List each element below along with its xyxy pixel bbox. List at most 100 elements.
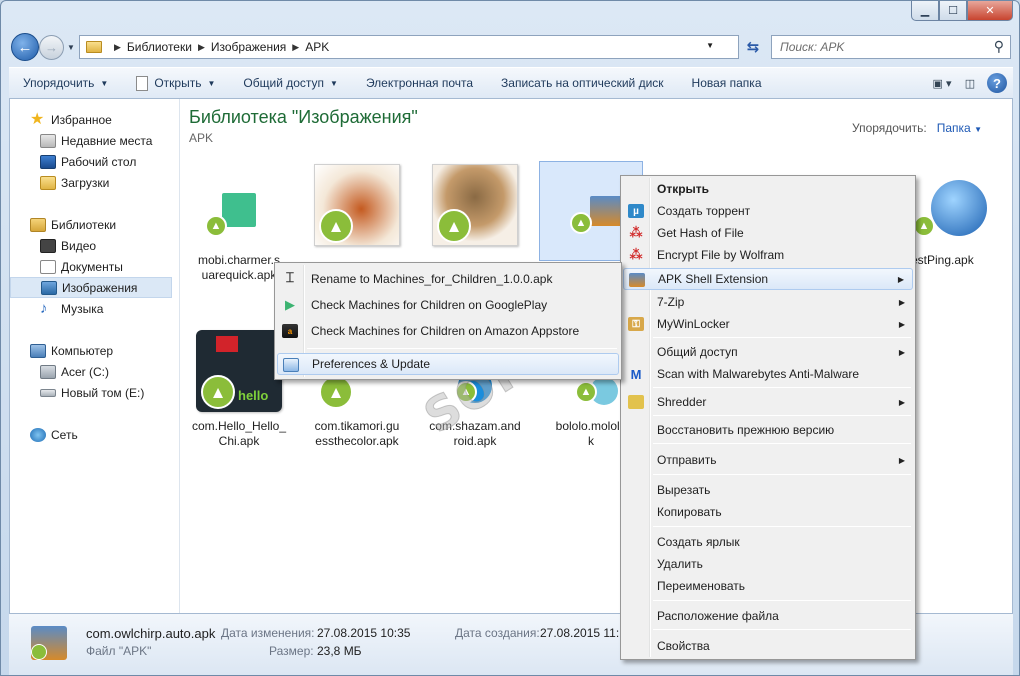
menu-shredder[interactable]: Shredder ▶	[623, 391, 913, 413]
menu-separator	[653, 600, 911, 601]
menu-mywinlocker[interactable]: ⚿ MyWinLocker ▶	[623, 313, 913, 335]
chevron-right-icon[interactable]: ▶	[292, 42, 299, 53]
nav-favorites[interactable]: ★ Избранное	[30, 109, 112, 130]
address-bar[interactable]: ▶ Библиотеки ▶ Изображения ▶ APK ▼	[79, 35, 739, 59]
nav-drive-c[interactable]: Acer (C:)	[40, 361, 109, 382]
menu-properties[interactable]: Свойства	[623, 635, 913, 657]
menu-rename[interactable]: Переименовать	[623, 575, 913, 597]
nav-downloads[interactable]: Загрузки	[40, 172, 109, 193]
breadcrumb-libraries[interactable]: Библиотеки	[127, 40, 192, 54]
email-button[interactable]: Электронная почта	[352, 68, 487, 98]
file-thumbnail: ▲	[313, 163, 401, 247]
file-thumbnail: ▲	[195, 163, 283, 247]
new-folder-label: Новая папка	[691, 76, 762, 90]
menu-encrypt[interactable]: ⁂ Encrypt File by Wolfram	[623, 244, 913, 266]
encrypt-icon: ⁂	[629, 247, 643, 262]
search-icon[interactable]: ⚲	[994, 38, 1004, 55]
android-icon: ▲	[201, 375, 235, 409]
share-button[interactable]: Общий доступ ▼	[229, 68, 352, 98]
menu-file-location[interactable]: Расположение файла	[623, 605, 913, 627]
downloads-folder-icon	[40, 175, 56, 190]
breadcrumb-apk[interactable]: APK	[305, 40, 329, 54]
chevron-down-icon: ▼	[330, 78, 338, 88]
file-item[interactable]: ▲	[305, 163, 409, 253]
menu-label: Check Machines for Children on Amazon Ap…	[311, 324, 580, 338]
images-icon	[41, 280, 57, 295]
menu-label: 7-Zip	[657, 295, 685, 309]
preview-pane-icon[interactable]: ◫	[959, 72, 981, 94]
star-icon: ★	[30, 110, 45, 128]
android-icon: ▲	[205, 215, 227, 237]
nav-recent[interactable]: Недавние места	[40, 130, 152, 151]
view-options-icon[interactable]: ▣ ▾	[931, 72, 953, 94]
nav-label: Видео	[61, 238, 97, 253]
nav-documents[interactable]: Документы	[40, 256, 123, 277]
malwarebytes-icon: M	[630, 366, 642, 382]
nav-libraries[interactable]: Библиотеки	[30, 214, 116, 235]
nav-music[interactable]: ♪ Музыка	[40, 298, 103, 319]
chevron-right-icon[interactable]: ▶	[114, 42, 121, 53]
forward-button[interactable]: →	[39, 35, 64, 60]
menu-hash[interactable]: ⁂ Get Hash of File	[623, 222, 913, 244]
menu-cut[interactable]: Вырезать	[623, 479, 913, 501]
submenu-arrow-icon: ▶	[898, 397, 905, 407]
menu-send-to[interactable]: Отправить ▶	[623, 449, 913, 471]
menu-copy[interactable]: Копировать	[623, 501, 913, 523]
nav-images[interactable]: Изображения	[10, 277, 172, 298]
drive-icon	[40, 388, 56, 397]
menu-label: Encrypt File by Wolfram	[657, 248, 785, 262]
menu-share[interactable]: Общий доступ ▶	[623, 341, 913, 363]
menu-open[interactable]: Открыть	[623, 178, 913, 200]
command-bar: Упорядочить ▼ Открыть ▼ Общий доступ ▼ Элек…	[9, 67, 1013, 99]
nav-network[interactable]: Сеть	[30, 424, 78, 445]
drive-icon	[40, 364, 56, 379]
preferences-icon	[283, 358, 299, 372]
submenu-googleplay[interactable]: ▶ Check Machines for Children on GooglePl…	[277, 294, 619, 316]
maximize-button[interactable]: ☐	[939, 1, 967, 21]
chevron-down-icon: ▼	[100, 78, 109, 88]
menu-torrent[interactable]: µ Создать торрент	[623, 200, 913, 222]
menu-create-shortcut[interactable]: Создать ярлык	[623, 531, 913, 553]
burn-button[interactable]: Записать на оптический диск	[487, 68, 678, 98]
submenu-preferences[interactable]: Preferences & Update	[277, 353, 619, 375]
organize-button[interactable]: Упорядочить ▼	[9, 68, 122, 98]
help-icon[interactable]: ?	[987, 73, 1007, 93]
music-icon: ♪	[40, 299, 48, 317]
menu-delete[interactable]: Удалить	[623, 553, 913, 575]
android-icon: ▲	[455, 381, 477, 403]
nav-video[interactable]: Видео	[40, 235, 96, 256]
minimize-button[interactable]: ▁	[911, 1, 939, 21]
menu-label: APK Shell Extension	[658, 272, 769, 286]
search-input[interactable]: Поиск: APK ⚲	[771, 35, 1011, 59]
file-item[interactable]: ▲	[423, 163, 527, 253]
nav-drive-e[interactable]: Новый том (E:)	[40, 382, 144, 403]
file-label-1: com.shazam.and	[429, 419, 521, 433]
hash-icon: ⁂	[629, 225, 643, 240]
submenu-rename[interactable]: ⌶ Rename to Machines_for_Children_1.0.0.a…	[277, 268, 619, 290]
address-dropdown-icon[interactable]: ▼	[706, 41, 714, 50]
nav-computer[interactable]: Компьютер	[30, 340, 113, 361]
file-label-1: com.tikamori.gu	[314, 419, 400, 433]
submenu-amazon[interactable]: a Check Machines for Children on Amazon A…	[277, 320, 619, 342]
menu-label: Удалить	[657, 557, 703, 571]
apk-shell-submenu: ⌶ Rename to Machines_for_Children_1.0.0.a…	[274, 262, 622, 380]
chevron-right-icon[interactable]: ▶	[198, 42, 205, 53]
menu-label: Shredder	[657, 395, 707, 409]
menu-malwarebytes[interactable]: M Scan with Malwarebytes Anti-Malware	[623, 363, 913, 385]
new-folder-button[interactable]: Новая папка	[678, 68, 776, 98]
open-button[interactable]: Открыть ▼	[122, 68, 229, 98]
refresh-icon[interactable]: ⇆	[741, 35, 765, 59]
breadcrumb-images[interactable]: Изображения	[211, 40, 286, 54]
menu-label: Вырезать	[657, 483, 711, 497]
menu-apk-shell-extension[interactable]: APK Shell Extension ▶	[623, 268, 913, 290]
submenu-arrow-icon: ▶	[898, 455, 905, 465]
nav-desktop[interactable]: Рабочий стол	[40, 151, 136, 172]
arrange-dropdown[interactable]: Папка ▼	[937, 121, 982, 135]
back-button[interactable]: ←	[11, 33, 39, 61]
menu-restore[interactable]: Восстановить прежнюю версию	[623, 419, 913, 441]
history-dropdown-icon[interactable]: ▼	[67, 43, 75, 52]
menu-7zip[interactable]: 7-Zip ▶	[623, 291, 913, 313]
folder-icon	[86, 41, 102, 53]
close-button[interactable]: ✕	[967, 1, 1013, 21]
menu-separator	[653, 443, 911, 444]
